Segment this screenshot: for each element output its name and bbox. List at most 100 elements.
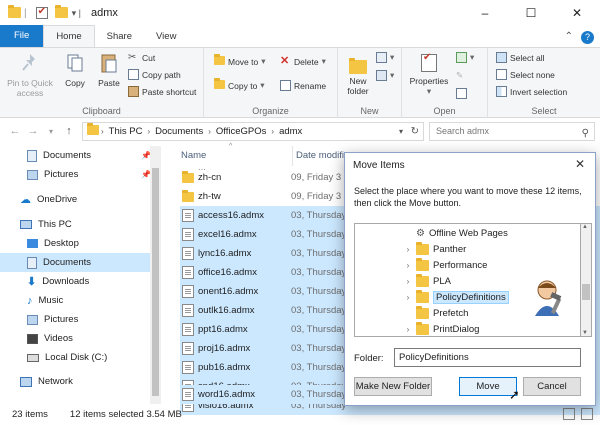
pin-quick-access-button[interactable]: Pin to Quick access — [4, 52, 56, 98]
search-input[interactable]: Search admx ⚲ — [429, 122, 595, 141]
rename-button[interactable]: Rename — [280, 80, 326, 91]
properties-check-icon[interactable] — [35, 6, 49, 20]
new-item-icon — [376, 52, 387, 63]
tree-item-panther[interactable]: › Panther — [355, 241, 535, 257]
breadcrumb-documents[interactable]: Documents — [155, 126, 203, 137]
back-arrow-icon[interactable]: ← — [6, 125, 24, 137]
nav-item-documents[interactable]: Documents — [0, 253, 150, 272]
nav-item-documents-quick[interactable]: Documents — [27, 146, 147, 165]
tree-item-pla[interactable]: › PLA — [355, 273, 535, 289]
tab-share[interactable]: Share — [95, 27, 144, 47]
tree-item-prefetch[interactable]: Prefetch — [355, 305, 535, 321]
history-button[interactable] — [456, 88, 467, 99]
scroll-up-icon[interactable]: ▲ — [582, 224, 588, 230]
delete-button[interactable]: ✕ Delete ▾ — [280, 56, 326, 67]
nav-item-local-disk[interactable]: Local Disk (C:) — [27, 348, 147, 367]
expand-chevron-icon[interactable]: › — [403, 325, 413, 334]
scroll-down-icon[interactable]: ▼ — [582, 330, 588, 336]
dialog-message: Select the place where you want to move … — [354, 186, 582, 208]
breadcrumb-admx[interactable]: admx — [279, 126, 302, 137]
folder-tree[interactable]: ⚙ Offline Web Pages › Panther › Performa… — [354, 223, 581, 337]
drive-icon — [27, 353, 39, 362]
copy-to-button[interactable]: Copy to ▾ — [214, 78, 265, 91]
expand-chevron-icon[interactable]: › — [403, 245, 413, 254]
tree-item-offline-web-pages[interactable]: ⚙ Offline Web Pages — [355, 225, 535, 241]
open-button[interactable]: ▾ — [456, 52, 474, 63]
tree-item-performance[interactable]: › Performance — [355, 257, 535, 273]
copy-path-button[interactable]: Copy path — [128, 69, 181, 80]
document-icon — [182, 266, 194, 279]
tab-view[interactable]: View — [144, 27, 188, 47]
maximize-button[interactable]: ☐ — [508, 0, 554, 26]
tree-scrollbar-thumb[interactable] — [582, 284, 590, 300]
recent-dropdown-icon[interactable]: ▾ — [42, 127, 60, 136]
easy-access-button[interactable]: ▾ — [376, 70, 394, 81]
nav-item-pictures[interactable]: Pictures — [27, 310, 147, 329]
nav-item-network[interactable]: Network — [20, 372, 145, 391]
quick-access-dropdown-icon[interactable]: ▾ | — [72, 8, 81, 19]
tree-item-printdialog[interactable]: › PrintDialog — [355, 321, 535, 336]
breadcrumb-this-pc[interactable]: This PC — [109, 126, 143, 137]
breadcrumb-officegpos[interactable]: OfficeGPOs — [216, 126, 267, 137]
move-to-button[interactable]: Move to ▾ — [214, 54, 266, 67]
refresh-icon[interactable]: ↻ — [411, 126, 419, 137]
copy-button[interactable]: Copy — [60, 52, 90, 88]
nav-scrollbar-thumb[interactable] — [152, 168, 159, 396]
collapse-ribbon-icon[interactable]: ⌃ — [565, 31, 573, 44]
tab-home[interactable]: Home — [43, 25, 95, 47]
address-dropdown-icon[interactable]: ▾ — [399, 127, 403, 136]
new-folder-quick-icon[interactable] — [54, 4, 68, 20]
select-all-icon — [496, 52, 507, 63]
dialog-close-icon[interactable]: ✕ — [575, 157, 585, 171]
folder-icon — [182, 171, 194, 184]
details-view-icon[interactable] — [563, 408, 575, 420]
large-icons-view-icon[interactable] — [581, 408, 593, 420]
up-arrow-icon[interactable]: ↑ — [60, 125, 78, 137]
open-group: Properties▾ ▾ ✎ Open — [402, 48, 488, 118]
help-icon[interactable]: ? — [581, 31, 594, 44]
tree-scrollbar[interactable]: ▲ ▼ — [581, 223, 592, 337]
open-icon — [456, 52, 467, 63]
minimize-button[interactable]: – — [462, 0, 508, 26]
expand-chevron-icon[interactable]: › — [403, 277, 413, 286]
paste-shortcut-button[interactable]: Paste shortcut — [128, 86, 196, 97]
nav-item-pictures-quick[interactable]: Pictures — [27, 165, 147, 184]
nav-scrollbar[interactable] — [150, 146, 161, 404]
nav-item-onedrive[interactable]: ☁ OneDrive — [20, 190, 145, 209]
nav-item-videos[interactable]: Videos — [27, 329, 147, 348]
paste-button[interactable]: Paste — [94, 52, 124, 88]
new-group-label: New — [360, 106, 379, 116]
tree-item-policydefinitions[interactable]: › PolicyDefinitions — [355, 289, 535, 305]
folder-field[interactable]: PolicyDefinitions — [394, 348, 581, 367]
paste-shortcut-icon — [128, 86, 139, 97]
list-item-folder[interactable]: zh-cn 09, Friday 3 — [180, 168, 350, 187]
select-none-button[interactable]: Select none — [496, 69, 555, 80]
download-arrow-icon: ⬇ — [27, 276, 37, 288]
scissors-icon: ✂ — [128, 52, 137, 63]
forward-arrow-icon[interactable]: → — [24, 125, 42, 137]
properties-button[interactable]: Properties▾ — [404, 52, 454, 96]
expand-chevron-icon[interactable]: › — [403, 261, 413, 270]
new-folder-button[interactable]: New folder — [342, 52, 374, 96]
make-new-folder-button[interactable]: Make New Folder — [354, 377, 432, 396]
cancel-button[interactable]: Cancel — [523, 377, 581, 396]
invert-selection-button[interactable]: Invert selection — [496, 86, 567, 97]
rename-icon — [280, 80, 291, 91]
folder-icon — [182, 190, 194, 203]
nav-item-this-pc[interactable]: This PC — [20, 215, 145, 234]
select-all-button[interactable]: Select all — [496, 52, 545, 63]
close-button[interactable]: ✕ — [554, 0, 600, 26]
item-count: 23 items — [12, 409, 48, 420]
nav-item-downloads[interactable]: ⬇ Downloads — [27, 272, 147, 291]
address-bar[interactable]: › This PC › Documents › OfficeGPOs › adm… — [82, 122, 424, 141]
new-item-button[interactable]: ▾ — [376, 52, 394, 63]
cut-button[interactable]: ✂ Cut — [128, 52, 155, 63]
tab-file[interactable]: File — [0, 25, 44, 47]
select-none-icon — [496, 69, 507, 80]
nav-item-music[interactable]: ♪ Music — [27, 291, 147, 310]
expand-chevron-icon[interactable]: › — [403, 293, 413, 302]
edit-button[interactable]: ✎ — [456, 70, 467, 81]
list-item-folder[interactable]: zh-tw 09, Friday 3 — [180, 187, 350, 206]
nav-item-desktop[interactable]: Desktop — [27, 234, 147, 253]
folder-icon — [8, 4, 21, 20]
